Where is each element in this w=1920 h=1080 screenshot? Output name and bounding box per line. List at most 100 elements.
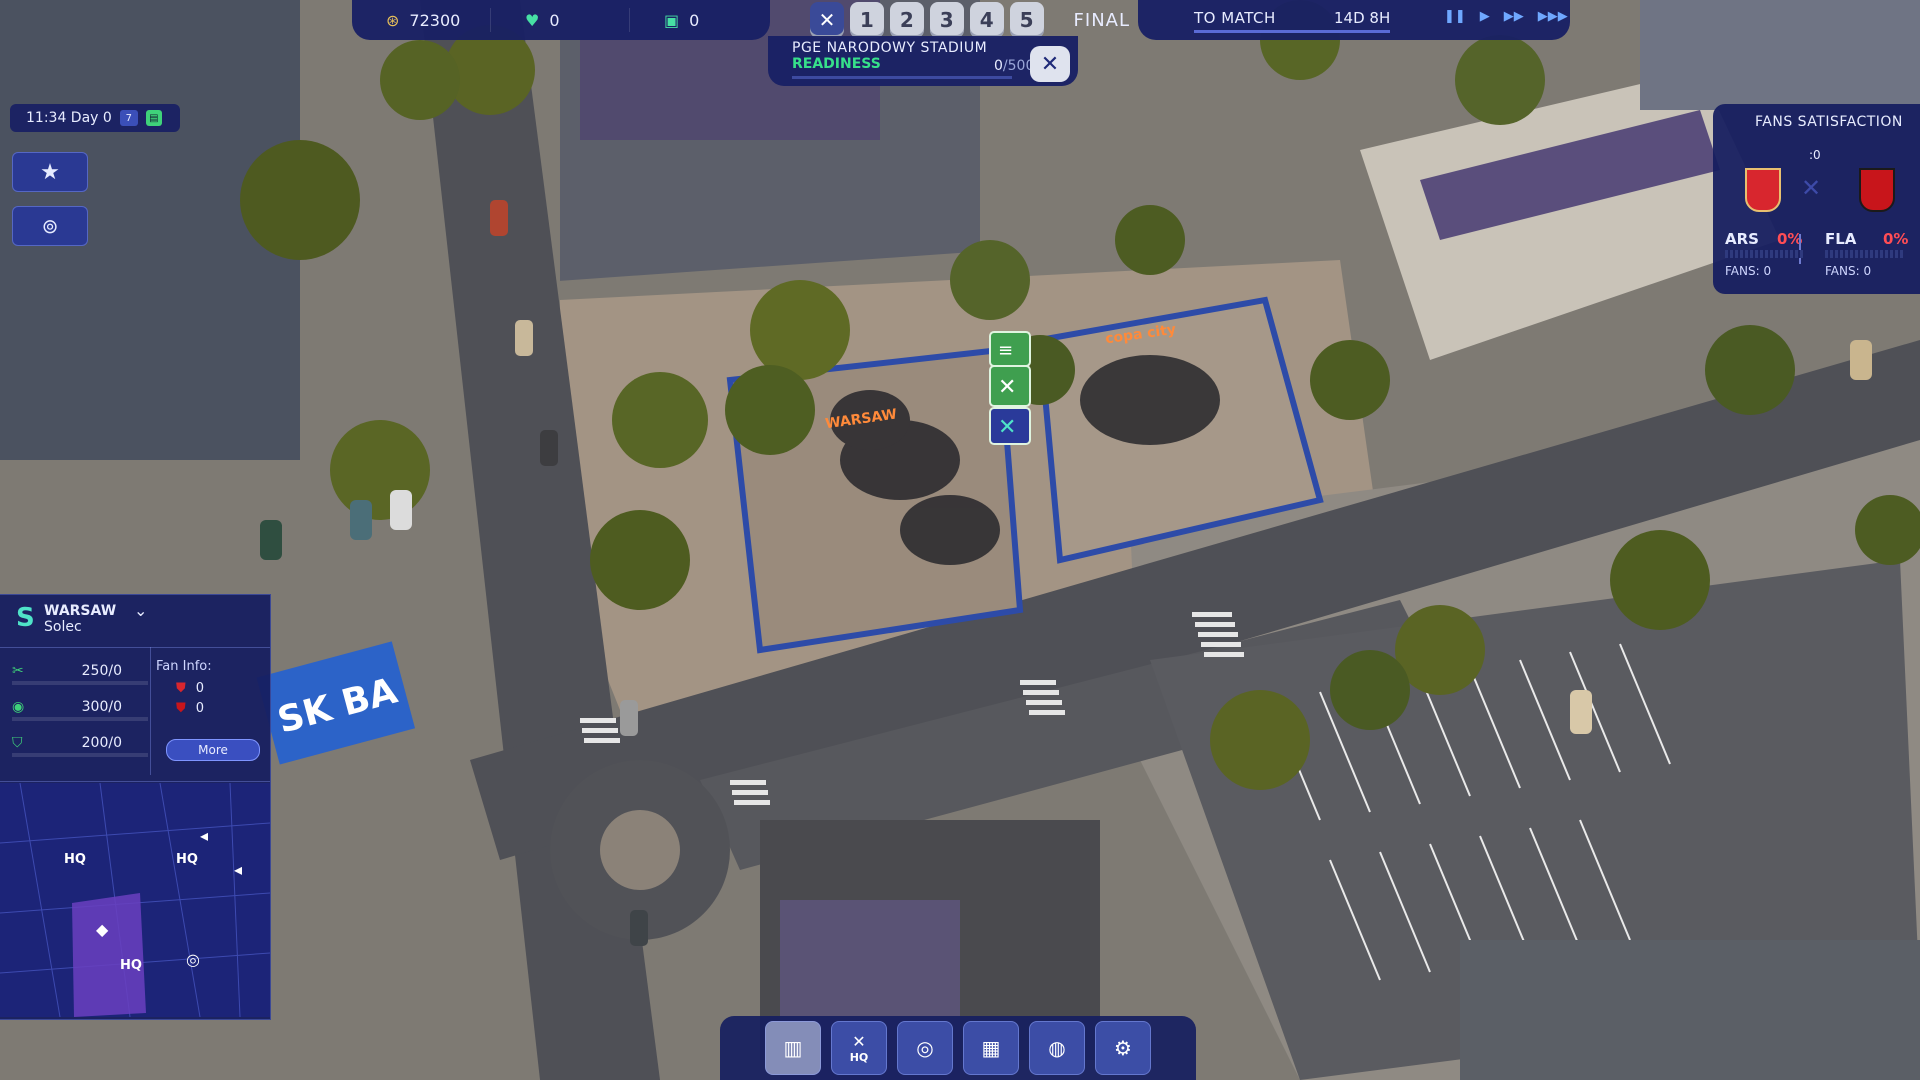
versus-icon: ✕ [1801,174,1822,202]
globe-button[interactable]: ◍ [1029,1021,1085,1075]
building-bottom-right [1460,940,1920,1080]
svg-text:◆: ◆ [96,920,109,939]
divider [1799,234,1801,264]
notes-icon[interactable]: ▤ [145,110,162,126]
stat-row-shield: ⛉ 200/0 [12,735,122,751]
fans-satisfaction-panel: FANS SATISFACTION :0 ✕ ARS 0% FLA 0% FAN… [1713,104,1920,294]
favorites-button[interactable]: ★ [12,152,88,192]
divider [0,647,270,648]
hq-button-label: HQ [849,1051,869,1064]
ball-icon: ◉ [12,699,25,715]
stadium-name: PGE NARODOWY STADIUM [792,40,988,56]
team-b-percent: 0% [1883,230,1909,248]
stadium-readiness-panel[interactable]: PGE NARODOWY STADIUM READINESS 0/500 ✕ [768,36,1078,86]
more-button[interactable]: More [166,739,260,761]
district-logo-icon: S [16,603,35,633]
coins-counter: ⊛ 72300 [352,8,491,32]
shield-icon: ⛉ [12,735,23,751]
hq-button[interactable]: ✕ HQ [831,1021,887,1075]
stat-row-ball: ◉ 300/0 [12,699,122,715]
chevron-down-icon[interactable]: ⌄ [134,601,147,620]
team-b-code: FLA [1825,230,1857,248]
fastest-forward-icon[interactable]: ▶▶▶ [1538,9,1568,24]
controller-icon: ⊚ [41,214,59,238]
map-button[interactable]: ▦ [963,1021,1019,1075]
stat-row-tools: ✂ 250/0 [12,663,122,679]
gear-icon: ⚙ [1114,1036,1132,1060]
events-button[interactable]: ⊚ [12,206,88,246]
play-icon[interactable]: ▶ [1480,9,1490,24]
flamengo-crest-icon [1859,168,1895,212]
match-timer-bar: TO MATCH 14D 8H ❚❚ ▶ ▶▶ ▶▶▶ [1138,0,1570,40]
to-match-progress [1194,30,1390,33]
stage-1[interactable]: 1 [849,2,884,38]
contracts-counter: ▣ 0 [630,8,769,32]
stats-button[interactable]: ▥ [765,1021,821,1075]
heart-icon: ♥ [525,10,540,30]
building-top-right [1640,0,1920,110]
pause-icon[interactable]: ❚❚ [1444,9,1466,24]
fan-count-ars: ⛊ 0 [176,681,205,696]
district-name: Solec [44,619,82,635]
resources-bar: ⊛ 72300 ♥ 0 ▣ 0 [352,0,770,40]
arsenal-crest-icon: ⛊ [176,681,186,696]
globe-icon: ◍ [1048,1036,1066,1060]
settings-button[interactable]: ⚙ [1095,1021,1151,1075]
divider-vertical [150,647,151,775]
svg-text:HQ: HQ [176,852,198,867]
team-a-code: ARS [1725,230,1759,248]
fan-info-label: Fan Info: [156,659,212,674]
readiness-label: READINESS [792,56,881,72]
svg-text:◂: ◂ [200,826,208,845]
svg-text:◂: ◂ [234,860,242,879]
fans-score: :0 [1809,148,1821,162]
svg-text:HQ: HQ [64,852,86,867]
fans-title: FANS SATISFACTION [1755,114,1903,130]
facility-markers[interactable]: ≡ ✕ ✕ [989,331,1031,445]
likes-counter: ♥ 0 [491,8,630,32]
game-clock: 11:34 Day 0 7 ▤ [10,104,180,132]
stage-2[interactable]: 2 [889,2,924,38]
stage-4[interactable]: 4 [969,2,1004,38]
svg-text:✕: ✕ [998,375,1016,400]
stats-icon: ▥ [783,1036,803,1060]
copa-logo-icon: ✕ [810,2,844,38]
calendar-icon[interactable]: 7 [119,110,138,126]
district-panel: S WARSAW Solec ⌄ ✂ 250/0 ◉ 300/0 ⛉ 200/0… [0,594,271,1020]
stadium-button[interactable]: ◎ [897,1021,953,1075]
svg-text:◎: ◎ [186,950,200,969]
svg-text:✕: ✕ [998,415,1016,440]
stat-bar-ball [12,717,148,721]
to-match-value: 14D 8H [1334,9,1391,27]
star-icon: ★ [40,159,60,185]
bottom-toolbar: ▥ ✕ HQ ◎ ▦ ◍ ⚙ [720,1016,1196,1080]
stage-5[interactable]: 5 [1009,2,1044,38]
copa-x-icon: ✕ [1040,51,1060,77]
district-city: WARSAW [44,603,117,619]
stat-bar-shield [12,753,148,757]
tools-icon: ✂ [12,663,24,679]
stat-bar-tools [12,681,148,685]
briefcase-icon: ▣ [664,10,680,30]
svg-text:HQ: HQ [120,958,142,973]
to-match-label: TO MATCH [1194,9,1276,27]
stadium-icon: ◎ [916,1036,934,1060]
contracts-value: 0 [689,10,700,30]
fast-forward-icon[interactable]: ▶▶ [1504,9,1524,24]
team-b-fans: FANS: 0 [1825,264,1872,278]
stage-3[interactable]: 3 [929,2,964,38]
map-icon: ▦ [981,1036,1001,1060]
clock-time: 11:34 Day 0 [26,110,112,126]
city-map-view[interactable]: SK BA copa city WARSAW ≡ ✕ ✕ [0,0,1920,1080]
likes-value: 0 [549,10,560,30]
fan-count-fla: ⛊ 0 [176,701,205,716]
readiness-value: 0/500 [994,58,1035,74]
copa-logo-button[interactable]: ✕ [1030,46,1070,82]
minimap[interactable]: HQ HQ HQ ◂ ◂ ◆ ◎ [0,783,270,1017]
coins-value: 72300 [409,10,461,30]
readiness-track [792,76,1012,79]
team-a-satisfaction-bar [1725,250,1803,258]
arsenal-crest-icon [1745,168,1781,212]
team-b-satisfaction-bar [1825,250,1903,258]
team-a-fans: FANS: 0 [1725,264,1772,278]
